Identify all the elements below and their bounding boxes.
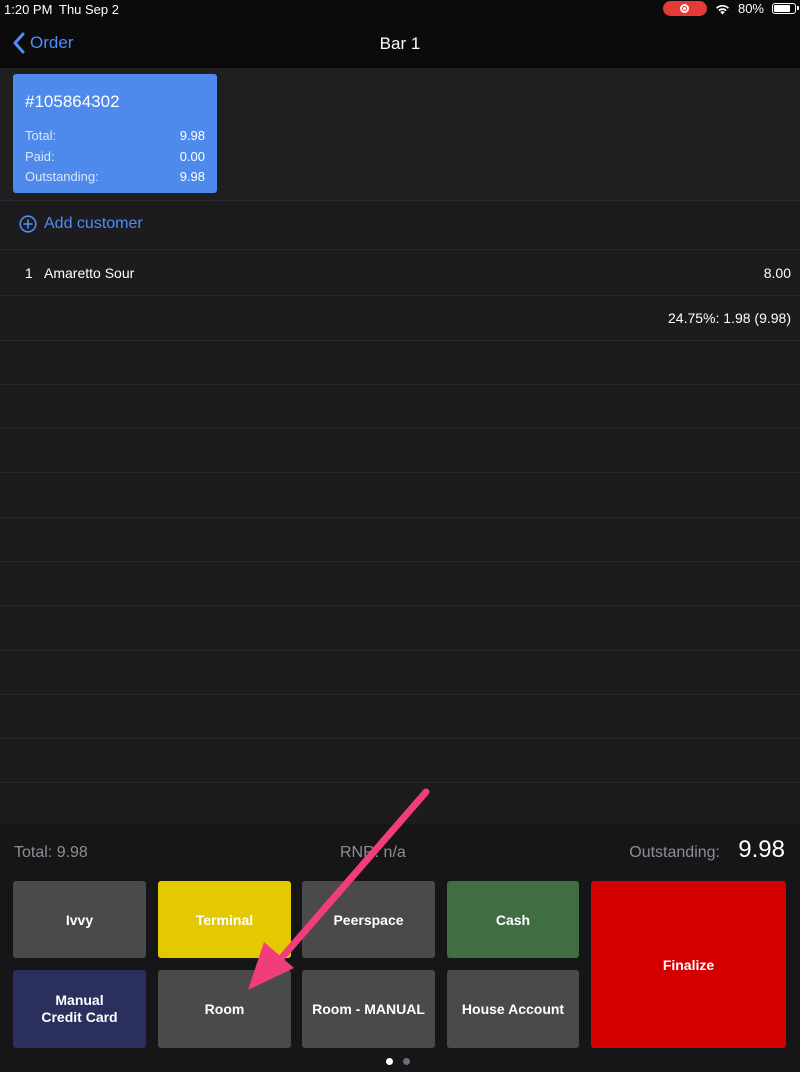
add-customer-button[interactable]: Add customer [19, 215, 143, 233]
check-number: #105864302 [25, 92, 120, 111]
status-bar: 1:20 PM Thu Sep 2 80% [0, 0, 800, 20]
battery-icon [772, 3, 799, 14]
order-item-row[interactable]: 1 Amaretto Sour 8.00 [0, 250, 800, 296]
outstanding-value: 9.98 [738, 836, 785, 863]
status-time: 1:20 PM [4, 2, 53, 17]
payment-panel: Total: 9.98 RNR: n/a Outstanding: 9.98 I… [0, 824, 800, 1072]
add-customer-row: Add customer [0, 201, 800, 250]
screen-recording-icon [662, 1, 707, 16]
terminal-button[interactable]: Terminal [158, 881, 291, 958]
cash-button[interactable]: Cash [447, 881, 579, 958]
list-divider [0, 738, 800, 739]
check-outstanding-row: Outstanding: 9.98 [25, 169, 205, 184]
check-paid-row: Paid: 0.00 [25, 148, 205, 164]
tax-row: 24.75%: 1.98 (9.98) [0, 296, 800, 341]
navigation-bar: Order Bar 1 [0, 20, 800, 68]
status-indicators: 80% [662, 1, 799, 16]
manual-credit-card-button[interactable]: Manual Credit Card [13, 970, 146, 1048]
list-divider [0, 428, 800, 429]
totals-bar: Total: 9.98 RNR: n/a Outstanding: 9.98 [0, 824, 800, 879]
outstanding-label: Outstanding: [629, 844, 720, 861]
page-indicator[interactable] [386, 1058, 410, 1065]
check-total-row: Total: 9.98 [25, 128, 205, 143]
room-button[interactable]: Room [158, 970, 291, 1048]
check-strip: #105864302 Total: 9.98 Paid: 0.00 Outsta… [0, 68, 800, 201]
item-name: Amaretto Sour [44, 265, 135, 281]
list-divider [0, 517, 800, 518]
status-date: Thu Sep 2 [59, 2, 119, 17]
page-dot [403, 1058, 410, 1065]
ivvy-button[interactable]: Ivvy [13, 881, 146, 958]
list-divider [0, 384, 800, 385]
house-account-button[interactable]: House Account [447, 970, 579, 1048]
finalize-button[interactable]: Finalize [591, 881, 786, 1048]
battery-percent: 80% [737, 1, 764, 16]
list-divider [0, 694, 800, 695]
page-dot-active [386, 1058, 393, 1065]
page-title: Bar 1 [379, 34, 421, 53]
list-divider [0, 605, 800, 606]
item-price: 8.00 [763, 265, 791, 281]
list-divider [0, 561, 800, 562]
plus-circle-icon [19, 215, 37, 233]
room-manual-button[interactable]: Room - MANUAL [302, 970, 435, 1048]
peerspace-button[interactable]: Peerspace [302, 881, 435, 958]
list-divider [0, 472, 800, 473]
add-customer-label: Add customer [44, 215, 143, 232]
total-label: Total: 9.98 [14, 844, 88, 861]
item-quantity: 1 [25, 265, 33, 281]
wifi-icon [715, 4, 729, 14]
list-divider [0, 650, 800, 651]
check-card[interactable]: #105864302 Total: 9.98 Paid: 0.00 Outsta… [13, 74, 217, 193]
tax-summary: 24.75%: 1.98 (9.98) [668, 310, 791, 326]
list-divider [0, 782, 800, 783]
rnr-label: RNR: n/a [340, 844, 406, 861]
